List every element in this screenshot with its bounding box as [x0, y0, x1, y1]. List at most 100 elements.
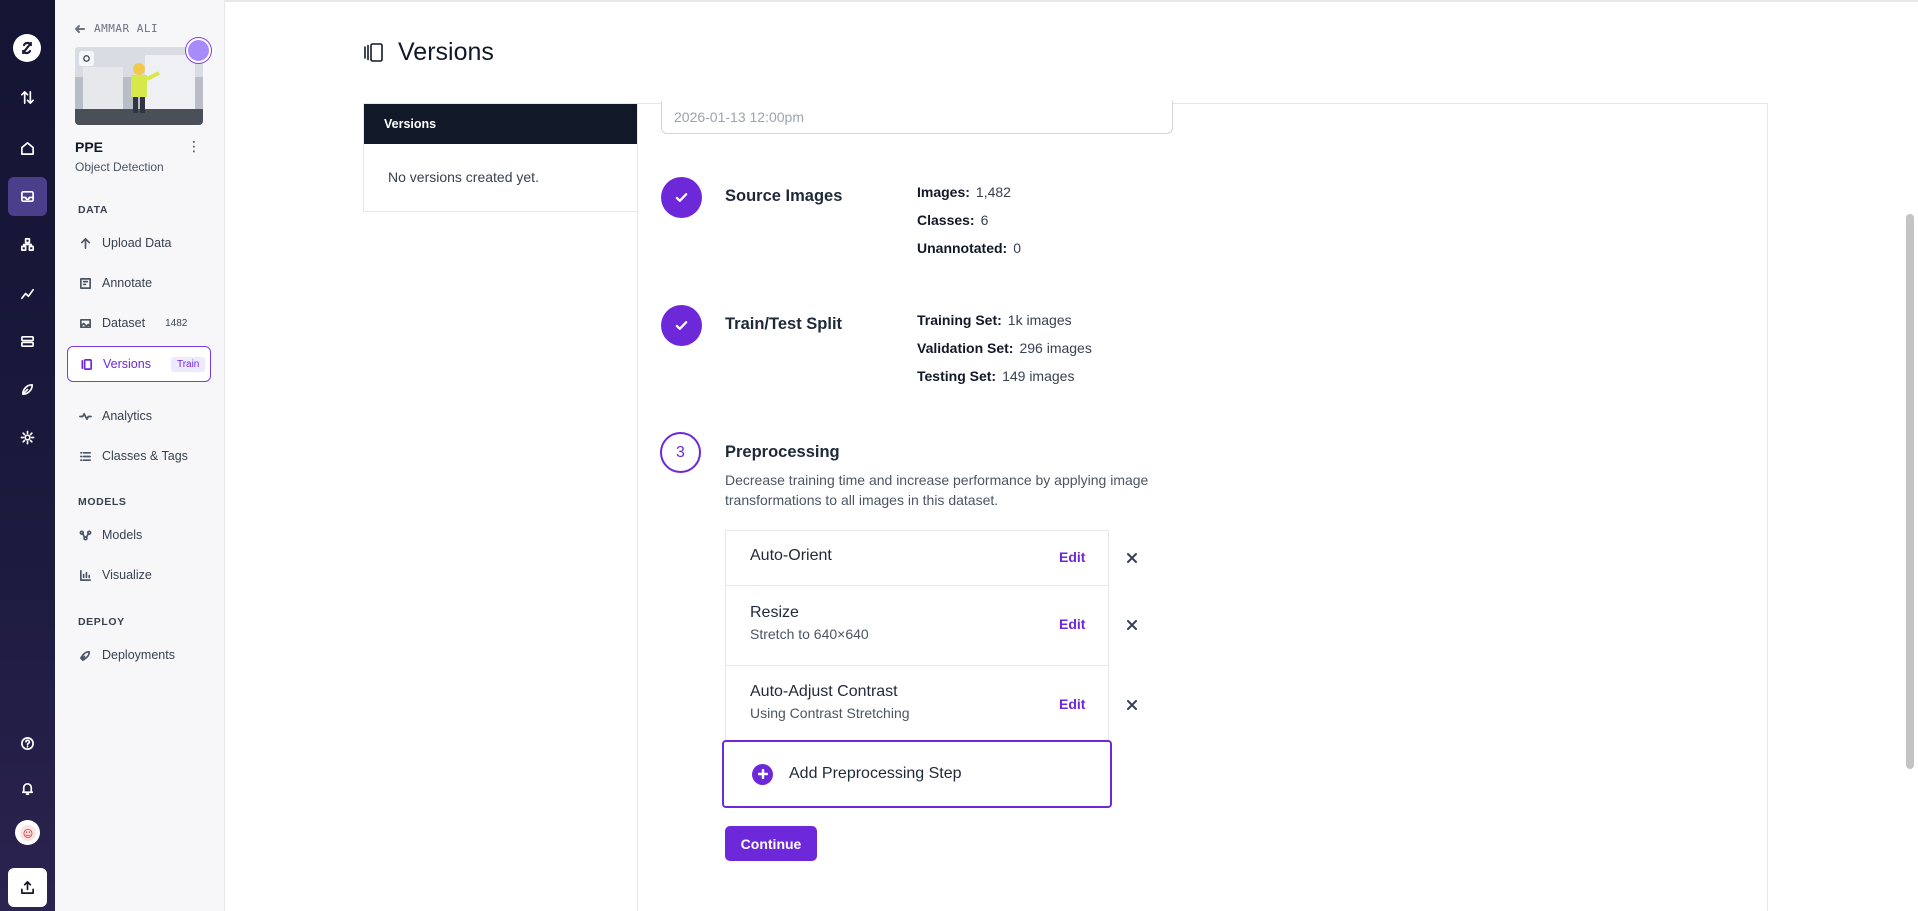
validation-set-size: Validation Set: 296 images [917, 340, 1092, 356]
preprocessing-item-detail: Stretch to 640×640 [750, 626, 869, 642]
graph-icon [79, 529, 92, 541]
versions-icon [364, 42, 383, 62]
section-label-models: MODELS [78, 496, 127, 508]
sidebar-item-upload-data[interactable]: Upload Data [67, 227, 211, 259]
sidebar-item-label: Upload Data [102, 236, 172, 250]
status-indicator [186, 38, 211, 63]
projects-icon[interactable] [8, 177, 47, 216]
source-unannotated-count: Unannotated: 0 [917, 240, 1022, 256]
upload-icon [80, 237, 91, 249]
page-title-text: Versions [398, 38, 494, 66]
versions-list-panel: Versions No versions created yet. [363, 103, 638, 212]
edit-resize-button[interactable]: Edit [1059, 616, 1085, 632]
versions-empty-state: No versions created yet. [388, 169, 539, 185]
help-icon[interactable] [8, 724, 47, 763]
sidebar-item-classes-tags[interactable]: Classes & Tags [67, 440, 211, 472]
source-images-count: Images: 1,482 [917, 184, 1011, 200]
section-label-data: DATA [78, 204, 109, 216]
preprocessing-description: Decrease training time and increase perf… [725, 472, 1149, 508]
step-title-train-test-split: Train/Test Split [725, 315, 843, 333]
step-complete-train-test-split[interactable] [661, 305, 702, 346]
remove-resize-icon[interactable] [1124, 617, 1140, 633]
sidebar-item-label: Versions [103, 357, 151, 371]
step-title-source-images: Source Images [725, 187, 843, 205]
chart-icon [80, 569, 91, 581]
project-sidebar: AMMAR ALI PPE ⋮ Object Detection DATA Up… [55, 0, 225, 911]
preprocessing-item-name: Auto-Adjust Contrast [750, 683, 898, 700]
checkmark-icon [675, 321, 688, 330]
svg-text:☺: ☺ [22, 829, 32, 840]
more-options-icon[interactable]: ⋮ [187, 139, 201, 153]
preprocessing-item-name: Auto-Orient [750, 547, 832, 564]
page-title: Versions [362, 38, 494, 67]
sidebar-item-annotate[interactable]: Annotate [67, 267, 211, 299]
train-badge: Train [170, 356, 206, 372]
image-icon [80, 318, 91, 328]
versions-panel-header: Versions [364, 104, 637, 144]
page-scrollbar[interactable] [1906, 214, 1914, 769]
annotate-icon [80, 277, 91, 289]
training-set-size: Training Set: 1k images [917, 312, 1072, 328]
transfer-icon[interactable] [8, 78, 47, 117]
rocket-icon [80, 650, 91, 661]
sidebar-item-label: Visualize [102, 568, 152, 582]
add-preprocessing-step-button[interactable]: Add Preprocessing Step [722, 740, 1112, 808]
dataset-count-badge: 1482 [165, 317, 188, 329]
remove-auto-adjust-contrast-icon[interactable] [1124, 697, 1140, 713]
plus-circle-icon [752, 763, 773, 785]
version-date-field[interactable]: 2026-01-13 12:00pm [661, 101, 1173, 134]
sidebar-item-visualize[interactable]: Visualize [67, 559, 211, 591]
add-preprocessing-step-label: Add Preprocessing Step [789, 765, 962, 782]
top-divider [225, 0, 1918, 2]
home-icon[interactable] [8, 129, 47, 168]
preprocessing-item: Resize Stretch to 640×640 Edit [726, 586, 1137, 666]
heartbeat-icon [79, 412, 92, 420]
sidebar-item-models[interactable]: Models [67, 519, 211, 551]
step-title-preprocessing: Preprocessing [725, 443, 840, 461]
sidebar-item-analytics[interactable]: Analytics [67, 400, 211, 432]
notifications-icon[interactable] [8, 769, 47, 808]
upload-tray-icon[interactable] [8, 868, 47, 907]
preprocessing-steps-list: Auto-Orient Edit Resize Stretch to 640×6… [725, 530, 1137, 744]
edit-auto-orient-button[interactable]: Edit [1059, 549, 1085, 565]
arrow-left-icon [75, 24, 85, 33]
versions-icon [81, 358, 92, 370]
sidebar-item-label: Annotate [102, 276, 153, 290]
preprocessing-item: Auto-Adjust Contrast Using Contrast Stre… [726, 666, 1137, 744]
roboflow-logo-icon[interactable] [13, 34, 41, 62]
preprocessing-item: Auto-Orient Edit [726, 531, 1137, 586]
thumbnail-settings-icon[interactable] [79, 51, 94, 66]
sidebar-item-label: Dataset [102, 316, 146, 330]
deployments-icon[interactable] [8, 322, 47, 361]
universe-icon[interactable] [8, 370, 47, 409]
settings-icon[interactable] [8, 418, 47, 457]
sidebar-item-label: Classes & Tags [102, 449, 188, 463]
monitoring-icon[interactable] [8, 274, 47, 313]
remove-auto-orient-icon[interactable] [1124, 550, 1140, 566]
icon-rail: ☺ [0, 0, 55, 911]
step-complete-source-images[interactable] [661, 177, 702, 218]
edit-auto-adjust-contrast-button[interactable]: Edit [1059, 696, 1085, 712]
user-avatar[interactable]: ☺ [15, 820, 40, 845]
back-to-workspace-link[interactable]: AMMAR ALI [74, 22, 158, 35]
continue-button[interactable]: Continue [725, 826, 817, 861]
sidebar-item-dataset[interactable]: Dataset 1482 [67, 307, 211, 339]
project-type: Object Detection [75, 160, 164, 174]
sidebar-item-versions[interactable]: Versions Train [67, 346, 211, 382]
project-name: PPE [75, 139, 104, 155]
app-root: ☺ AMMAR ALI PPE ⋮ Object Detection DATA … [0, 0, 1918, 911]
workspace-name: AMMAR ALI [94, 22, 159, 35]
sidebar-item-label: Models [102, 528, 143, 542]
workflows-icon[interactable] [8, 225, 47, 264]
sidebar-item-label: Analytics [102, 409, 153, 423]
section-label-deploy: DEPLOY [78, 616, 125, 628]
list-icon [80, 451, 91, 461]
sidebar-item-deployments[interactable]: Deployments [67, 639, 211, 671]
testing-set-size: Testing Set: 149 images [917, 368, 1075, 384]
project-thumbnail[interactable] [75, 47, 203, 125]
preprocessing-item-detail: Using Contrast Stretching [750, 705, 910, 721]
preprocessing-item-name: Resize [750, 604, 799, 621]
step-number-preprocessing: 3 [660, 432, 701, 473]
checkmark-icon [675, 193, 688, 202]
source-classes-count: Classes: 6 [917, 212, 989, 228]
